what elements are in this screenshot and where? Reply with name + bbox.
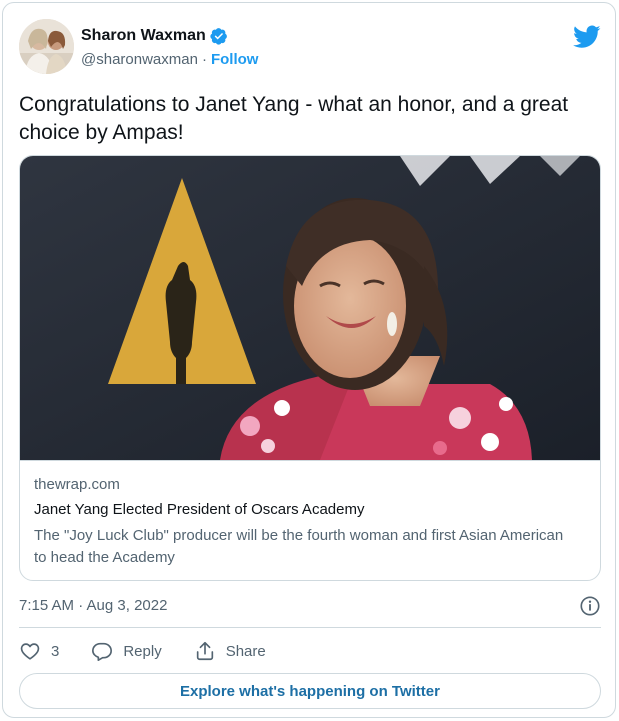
link-preview-image [20,156,600,460]
like-button[interactable]: 3 [19,640,59,662]
tweet-actions: 3 Reply Share [19,639,298,663]
link-description: The "Joy Luck Club" producer will be the… [34,527,564,566]
handle-separator: · [201,51,207,68]
info-icon[interactable] [579,595,601,617]
twitter-bird-icon[interactable] [573,25,601,49]
link-preview-meta: thewrap.com Janet Yang Elected President… [20,460,600,580]
link-domain: thewrap.com [34,476,120,493]
tweet-text: Congratulations to Janet Yang - what an … [19,93,569,144]
tweet-meta-row: 7:15 AM · Aug 3, 2022 [19,595,601,619]
heart-icon [19,640,41,662]
share-icon [194,640,216,662]
author-name[interactable]: Sharon Waxman [81,27,206,45]
avatar[interactable] [19,19,74,74]
like-count: 3 [51,642,60,660]
share-button[interactable]: Share [194,640,266,662]
explore-twitter-button[interactable]: Explore what's happening on Twitter [19,673,601,709]
verified-badge-icon [210,27,228,45]
avatar-photo [19,19,74,74]
divider [19,627,601,628]
author-handle[interactable]: @sharonwaxman [81,51,198,68]
link-preview-card[interactable]: thewrap.com Janet Yang Elected President… [19,155,601,581]
follow-button[interactable]: Follow [211,51,259,68]
reply-label: Reply [123,642,162,660]
link-title: Janet Yang Elected President of Oscars A… [34,501,365,518]
share-label: Share [225,642,266,660]
reply-bubble-icon [91,640,113,662]
tweet-embed-card: Sharon Waxman @sharonwaxman · Follow Con… [2,2,616,718]
reply-button[interactable]: Reply [91,640,162,662]
tweet-header: Sharon Waxman @sharonwaxman · Follow [19,19,601,79]
tweet-timestamp[interactable]: 7:15 AM · Aug 3, 2022 [19,597,167,614]
